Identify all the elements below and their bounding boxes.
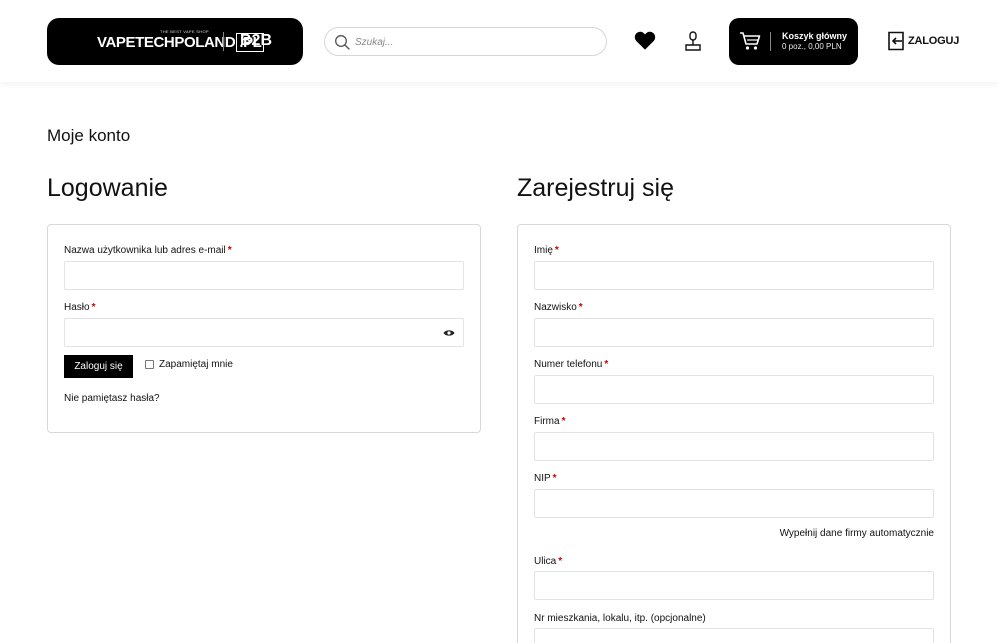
remember-me-checkbox[interactable] (145, 360, 154, 369)
breadcrumb: Moje konto (47, 126, 131, 145)
header-login-link[interactable]: ZALOGUJ (887, 31, 959, 51)
phone-field[interactable] (534, 375, 934, 404)
cart-icon (740, 32, 761, 50)
nip-field[interactable] (534, 489, 934, 518)
street-label: Ulica * (534, 556, 563, 567)
street-field[interactable] (534, 571, 934, 600)
login-heading: Logowanie (47, 174, 168, 202)
cart-divider (770, 32, 771, 51)
last-name-label: Nazwisko * (534, 302, 583, 313)
site-header: THE BEST VAPE SHOP VAPETECHPOLAND .PL B2B… (0, 0, 998, 82)
cart-summary: 0 poz., 0,00 PLN (782, 42, 842, 51)
search-icon[interactable] (334, 34, 350, 50)
username-label: Nazwa użytkownika lub adres e-mail * (64, 245, 232, 256)
header-login-label: ZALOGUJ (908, 35, 960, 47)
apartment-field[interactable] (534, 628, 934, 643)
search-input[interactable] (355, 33, 595, 51)
forgot-password-link[interactable]: Nie pamiętasz hasła? (64, 393, 160, 404)
remember-me-label: Zapamiętaj mnie (159, 359, 233, 370)
nip-label: NIP * (534, 473, 557, 484)
login-submit-button[interactable]: Zaloguj się (64, 355, 133, 378)
heart-icon[interactable] (634, 30, 656, 51)
company-field[interactable] (534, 432, 934, 461)
first-name-field[interactable] (534, 261, 934, 290)
remember-me[interactable]: Zapamiętaj mnie (145, 359, 233, 370)
username-field[interactable] (64, 261, 464, 290)
register-heading: Zarejestruj się (517, 174, 674, 202)
logo-badge: B2B (240, 32, 273, 49)
phone-label: Numer telefonu * (534, 359, 609, 370)
cart-button[interactable]: Koszyk główny 0 poz., 0,00 PLN (729, 18, 858, 65)
last-name-field[interactable] (534, 318, 934, 347)
password-field[interactable] (64, 318, 464, 347)
login-form: Nazwa użytkownika lub adres e-mail * Hasł… (47, 224, 481, 433)
apartment-label: Nr mieszkania, lokalu, itp. (opcjonalne) (534, 613, 706, 624)
autofill-company-link[interactable]: Wypełnij dane firmy automatycznie (780, 528, 934, 539)
cart-title: Koszyk główny (782, 31, 848, 41)
first-name-label: Imię * (534, 245, 559, 256)
login-icon (888, 31, 904, 51)
logo-divider (223, 32, 224, 51)
company-label: Firma * (534, 416, 566, 427)
register-form: Imię * Nazwisko * Numer telefonu * Firma * N… (517, 224, 951, 643)
password-label: Hasło * (64, 302, 96, 313)
search-bar[interactable] (324, 27, 607, 56)
user-icon[interactable] (682, 30, 704, 52)
eye-icon[interactable] (443, 328, 455, 338)
site-logo[interactable]: THE BEST VAPE SHOP VAPETECHPOLAND .PL B2B (47, 18, 303, 65)
